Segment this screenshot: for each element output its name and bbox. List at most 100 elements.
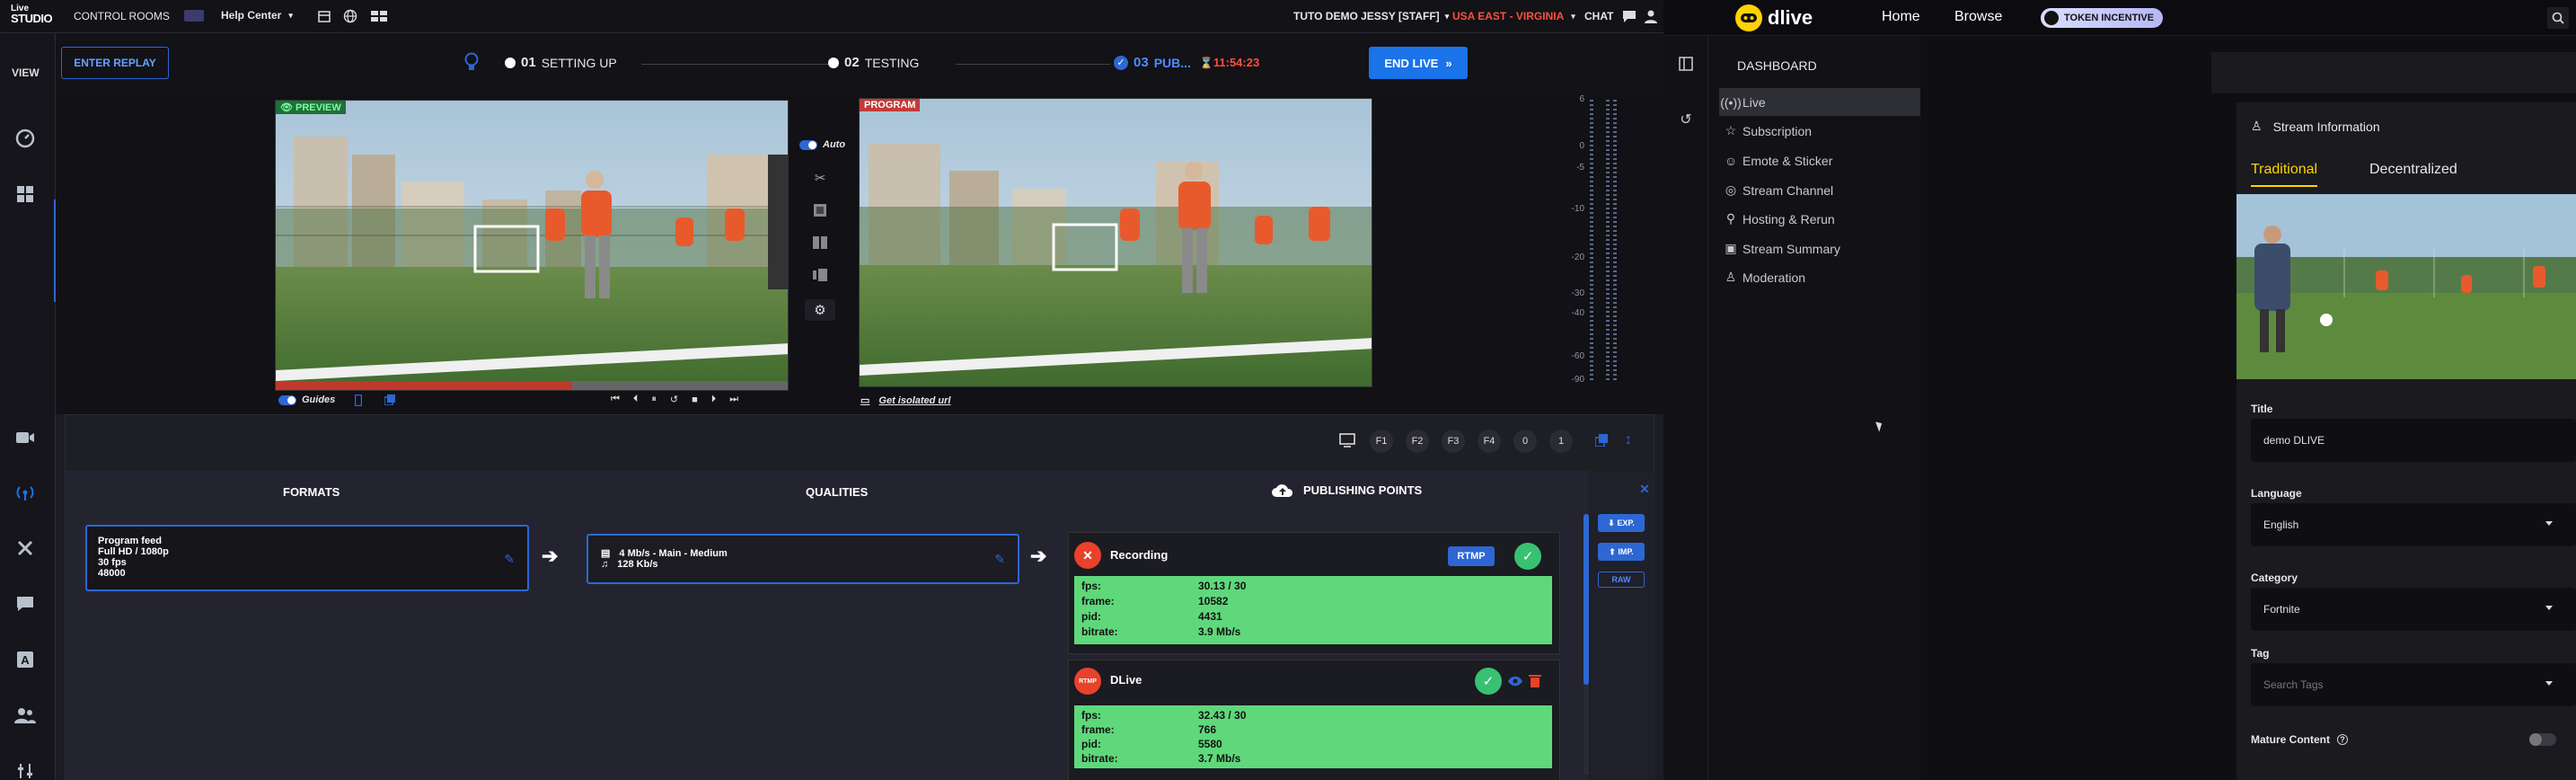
user-menu[interactable]: TUTO DEMO JESSY [STAFF] ▾ [1293,10,1449,22]
step-publishing[interactable]: ✓ 03 PUB... ⌛ 11:54:23 [1114,55,1259,70]
skip-start-icon[interactable]: ⏮ [611,394,620,405]
edit-pencil-icon[interactable]: ✎ [504,552,515,567]
fkey-button[interactable]: F4 [1478,430,1501,453]
step-forward-icon[interactable]: ⏵ [711,394,717,405]
auto-toggle[interactable]: Auto [799,139,845,150]
fkey-button[interactable]: 0 [1513,430,1537,453]
chat-button[interactable]: CHAT [1584,10,1613,22]
monitor-chat-icon[interactable] [1337,430,1358,451]
globe-icon[interactable] [342,8,358,24]
step-back-icon[interactable]: ⏴ [633,394,639,405]
panel-toggle-icon[interactable] [1678,56,1694,72]
message-icon[interactable] [13,592,37,616]
dashboard-gauge-icon[interactable] [13,127,37,150]
pause-icon[interactable]: ⏸ [651,394,657,405]
copy-icon[interactable] [383,393,397,407]
rtmp-badge[interactable]: RTMP [1448,546,1495,566]
menu-item-stream-channel[interactable]: ◎ Stream Channel [1719,176,1920,204]
end-live-button[interactable]: END LIVE » [1369,47,1468,79]
fkey-button[interactable]: F3 [1442,430,1465,453]
program-video[interactable]: PROGRAM [859,98,1372,387]
status-ok-icon[interactable]: ✓ [1475,668,1502,695]
layout-grid-icon[interactable] [369,8,389,24]
transition-slide-icon[interactable] [812,267,828,283]
download-icon: ⬇ [1608,518,1618,527]
calendar-icon[interactable] [316,8,332,24]
help-icon[interactable]: ? [2337,734,2348,745]
dlive-logo-icon[interactable] [1735,4,1762,31]
menu-item-hosting-rerun[interactable]: ⚲ Hosting & Rerun [1719,205,1920,233]
mature-content-toggle[interactable] [2529,733,2556,746]
publishing-card-recording[interactable]: ✕ Recording RTMP ✓ fps: 30.13 / 30 frame:… [1068,532,1560,654]
transition-mix-icon[interactable] [812,202,828,218]
user-icon[interactable] [1644,8,1658,24]
step-number: 01 [521,55,536,70]
camera-icon[interactable] [13,426,37,449]
layout-icon[interactable] [13,182,37,206]
title-input[interactable]: demo DLIVE [2251,419,2576,462]
live-timer: 11:54:23 [1213,56,1260,69]
menu-item-emote-sticker[interactable]: ☺ Emote & Sticker [1719,146,1920,174]
replay-icon[interactable]: ↺ [670,394,678,405]
enter-replay-button[interactable]: ENTER REPLAY [61,47,169,79]
tools-icon[interactable] [13,536,37,560]
fkey-button[interactable]: F1 [1370,430,1393,453]
fkey-button[interactable]: F2 [1406,430,1429,453]
eye-icon[interactable] [1507,673,1523,689]
raw-button[interactable]: RAW [1598,572,1645,588]
edit-pencil-icon[interactable]: ✎ [994,552,1005,567]
trash-icon[interactable] [1527,672,1543,688]
skip-end-icon[interactable]: ⏭ [729,394,738,405]
category-select[interactable]: Fortnite [2251,588,2576,631]
menu-item-live[interactable]: ((•)) Live [1719,88,1920,116]
region-menu[interactable]: USA EAST - VIRGINIA ▾ [1452,10,1575,22]
step-setting-up[interactable]: 01 SETTING UP [505,55,617,70]
token-incentive-button[interactable]: TOKEN INCENTIVE [2041,8,2164,28]
nav-browse[interactable]: Browse [1954,9,2002,25]
menu-item-subscription[interactable]: ☆ Subscription [1719,117,1920,145]
stream-thumbnail[interactable] [2236,194,2576,379]
text-icon[interactable]: A [13,648,37,671]
scrollbar-track[interactable] [1584,514,1589,775]
nav-home[interactable]: Home [1882,9,1920,25]
publishing-card-dlive[interactable]: RTMP DLive ✓ fps: 32.43 / 30 frame: 766 pi… [1068,660,1560,780]
step-number: 03 [1134,55,1149,70]
isolated-url-label: Get isolated url [878,394,951,406]
guides-toggle[interactable]: Guides [278,394,335,405]
switcher-settings-icon[interactable]: ⚙ [805,299,835,321]
export-button[interactable]: ⬇ EXP. [1598,514,1645,532]
tab-decentralized[interactable]: Decentralized [2369,162,2457,178]
mobile-icon[interactable] [352,393,365,407]
transition-wipe-icon[interactable] [812,235,828,251]
tab-traditional[interactable]: Traditional [2251,162,2318,187]
status-ok-icon[interactable]: ✓ [1514,543,1541,570]
language-select[interactable]: English [2251,503,2576,546]
menu-item-moderation[interactable]: ♙ Moderation [1719,263,1920,291]
lightbulb-icon[interactable] [461,51,482,75]
scrollbar-thumb[interactable] [1584,514,1589,685]
menu-item-stream-summary[interactable]: ▣ Stream Summary [1719,235,1920,262]
tag-search-input[interactable]: Search Tags [2251,663,2576,706]
stop-icon[interactable]: ■ [692,394,698,405]
history-icon[interactable]: ↺ [1678,111,1694,128]
preview-video[interactable]: 👁 PREVIEW [275,100,789,391]
stats-panel: fps: 30.13 / 30 frame: 10582 pid: 4431 bitr… [1074,576,1552,644]
transition-cut-icon[interactable]: ✂ [812,170,828,186]
isolated-url-link[interactable]: ▭ Get isolated url [860,394,951,407]
search-icon[interactable] [2547,7,2569,29]
close-icon[interactable]: ✕ [1637,482,1652,496]
chat-bubble-icon[interactable] [1621,8,1637,24]
quality-card[interactable]: ▤ 4 Mb/s - Main - Medium ♫ 128 Kb/s ✎ [587,534,1019,584]
users-icon[interactable] [13,704,37,727]
broadcast-icon[interactable] [13,481,37,504]
fkey-button[interactable]: 1 [1549,430,1573,453]
step-testing[interactable]: 02 TESTING [828,55,919,70]
resize-vertical-icon[interactable]: ↕ [1619,431,1637,449]
dlive-brand[interactable]: dlive [1768,6,1813,30]
nav-control-rooms[interactable]: CONTROL ROOMS [74,10,170,22]
format-card[interactable]: Program feed Full HD / 1080p 30 fps 4800… [85,525,529,591]
import-button[interactable]: ⬆ IMP. [1598,543,1645,561]
copy-icon[interactable] [1592,431,1610,449]
nav-help-center[interactable]: Help Center ▾ [221,9,293,22]
sliders-icon[interactable] [13,759,37,780]
